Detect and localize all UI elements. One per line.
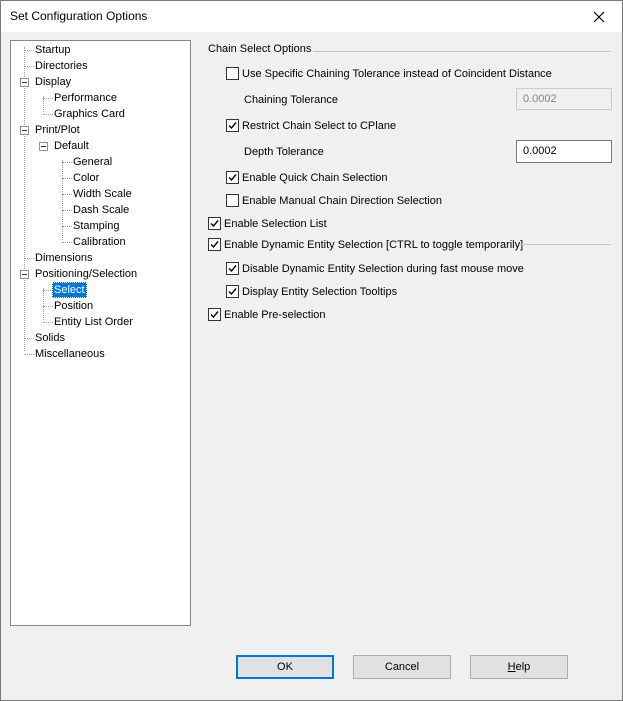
tree-item-print-plot[interactable]: Print/Plot <box>33 122 82 138</box>
tree-item-stamping[interactable]: Stamping <box>71 218 121 234</box>
depth-tolerance-field[interactable]: 0.0002 <box>516 140 612 163</box>
checkmark-icon <box>228 288 237 296</box>
manual-direction-checkbox[interactable] <box>226 194 239 207</box>
preselection-checkbox[interactable] <box>208 308 221 321</box>
window-title: Set Configuration Options <box>10 9 148 23</box>
tree-item-dash-scale[interactable]: Dash Scale <box>71 202 131 218</box>
minus-expander-icon[interactable] <box>39 142 48 151</box>
tree-item-width-scale[interactable]: Width Scale <box>71 186 134 202</box>
help-button[interactable]: Help <box>470 655 568 679</box>
minus-expander-icon[interactable] <box>20 126 29 135</box>
disable-fast-mouse-label[interactable]: Disable Dynamic Entity Selection during … <box>242 262 524 276</box>
group-divider <box>313 51 611 52</box>
close-button[interactable] <box>576 1 622 32</box>
tree-item-directories[interactable]: Directories <box>33 58 90 74</box>
use-specific-tolerance-label[interactable]: Use Specific Chaining Tolerance instead … <box>242 67 552 81</box>
cancel-button[interactable]: Cancel <box>353 655 451 679</box>
tooltips-label[interactable]: Display Entity Selection Tooltips <box>242 285 397 299</box>
chaining-tolerance-label: Chaining Tolerance <box>244 94 338 106</box>
tree-item-select[interactable]: Select <box>52 282 87 298</box>
checkmark-icon <box>210 311 219 319</box>
checkmark-icon <box>228 265 237 273</box>
chain-select-group-title: Chain Select Options <box>208 43 312 55</box>
dialog-window: Set Configuration Options Startup Direct… <box>0 0 623 701</box>
ok-button[interactable]: OK <box>236 655 334 679</box>
minus-expander-icon[interactable] <box>20 78 29 87</box>
tree-item-performance[interactable]: Performance <box>52 90 119 106</box>
tree-item-solids[interactable]: Solids <box>33 330 67 346</box>
tree-item-positioning-selection[interactable]: Positioning/Selection <box>33 266 139 282</box>
checkmark-icon <box>210 220 219 228</box>
tree-item-miscellaneous[interactable]: Miscellaneous <box>33 346 107 362</box>
tree-item-color[interactable]: Color <box>71 170 101 186</box>
quick-chain-checkbox[interactable] <box>226 171 239 184</box>
checkmark-icon <box>210 241 219 249</box>
help-label-rest: elp <box>515 661 531 673</box>
selection-list-checkbox[interactable] <box>208 217 221 230</box>
chaining-tolerance-field[interactable]: 0.0002 <box>516 88 612 110</box>
disable-fast-mouse-checkbox[interactable] <box>226 262 239 275</box>
selection-list-label[interactable]: Enable Selection List <box>224 217 327 231</box>
tree-item-startup[interactable]: Startup <box>33 42 72 58</box>
manual-direction-label[interactable]: Enable Manual Chain Direction Selection <box>242 194 442 208</box>
dynamic-selection-checkbox[interactable] <box>208 238 221 251</box>
tree-item-calibration[interactable]: Calibration <box>71 234 128 250</box>
quick-chain-label[interactable]: Enable Quick Chain Selection <box>242 171 388 185</box>
help-mnemonic: H <box>507 661 516 673</box>
options-tree[interactable]: Startup Directories Display Performance … <box>10 40 191 626</box>
restrict-cplane-checkbox[interactable] <box>226 119 239 132</box>
preselection-label[interactable]: Enable Pre-selection <box>224 308 326 322</box>
dynamic-selection-label[interactable]: Enable Dynamic Entity Selection [CTRL to… <box>224 238 523 252</box>
tooltips-checkbox[interactable] <box>226 285 239 298</box>
tree-item-default[interactable]: Default <box>52 138 91 154</box>
tree-item-display[interactable]: Display <box>33 74 73 90</box>
tree-item-general[interactable]: General <box>71 154 114 170</box>
title-bar: Set Configuration Options <box>1 1 622 32</box>
checkmark-icon <box>228 174 237 182</box>
depth-tolerance-label: Depth Tolerance <box>244 146 324 158</box>
tree-item-position[interactable]: Position <box>52 298 95 314</box>
tree-item-dimensions[interactable]: Dimensions <box>33 250 94 266</box>
dynamic-selection-divider <box>520 244 611 245</box>
minus-expander-icon[interactable] <box>20 270 29 279</box>
close-icon <box>593 11 605 22</box>
restrict-cplane-label[interactable]: Restrict Chain Select to CPlane <box>242 119 396 133</box>
use-specific-tolerance-checkbox[interactable] <box>226 67 239 80</box>
checkmark-icon <box>228 122 237 130</box>
tree-item-graphics-card[interactable]: Graphics Card <box>52 106 127 122</box>
tree-item-entity-list-order[interactable]: Entity List Order <box>52 314 135 330</box>
